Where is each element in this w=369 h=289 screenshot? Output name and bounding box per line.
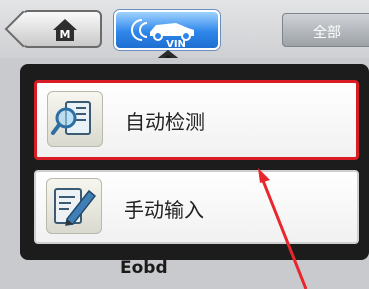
- top-toolbar: M VIN 全部: [0, 0, 369, 66]
- home-icon: M: [53, 19, 77, 41]
- all-button[interactable]: 全部: [282, 13, 369, 47]
- menu-item-manual-input[interactable]: 手动输入: [34, 170, 359, 244]
- menu-item-label: 手动输入: [124, 198, 204, 222]
- vin-popup-menu: 自动检测 手动输入: [20, 64, 369, 260]
- menu-item-auto-detect[interactable]: 自动检测: [34, 80, 359, 160]
- eobd-label[interactable]: Eobd: [120, 258, 168, 278]
- all-button-label: 全部: [313, 25, 341, 41]
- vin-button[interactable]: VIN: [114, 10, 220, 50]
- vin-label: VIN: [166, 39, 186, 48]
- home-letter: M: [60, 28, 71, 41]
- car-vin-icon: VIN: [131, 19, 194, 48]
- pencil-edit-icon: [46, 178, 102, 234]
- back-arrow-shape: [4, 10, 42, 48]
- menu-item-label: 自动检测: [125, 110, 205, 134]
- magnifier-check-icon: [47, 91, 103, 147]
- home-button[interactable]: M: [4, 10, 102, 48]
